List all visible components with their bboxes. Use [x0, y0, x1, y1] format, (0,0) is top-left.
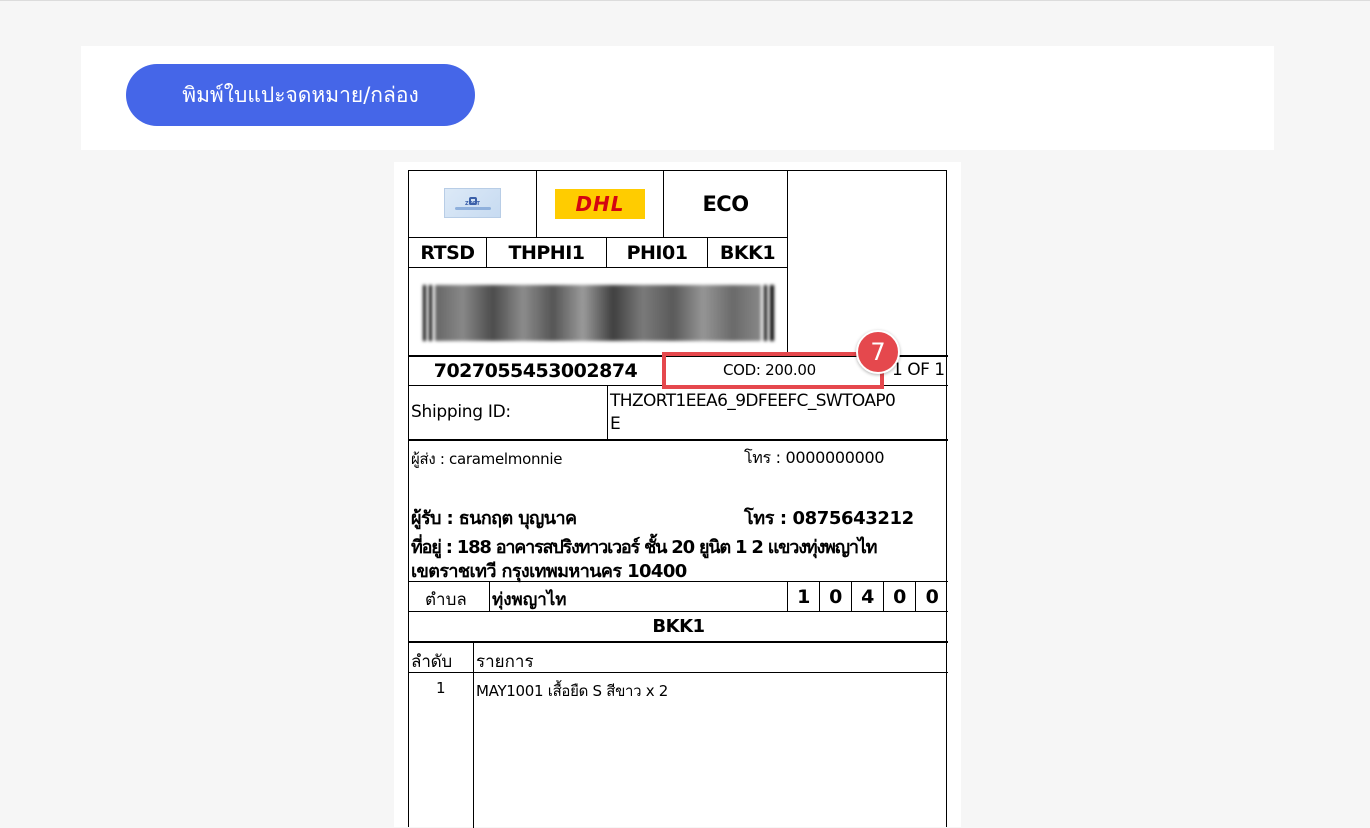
receiver-phone: โทร : 0875643212	[744, 508, 914, 529]
postal-digit: 4	[861, 585, 874, 608]
postal-digit: 0	[829, 585, 842, 608]
step-badge: 7	[856, 330, 900, 374]
postal-digit: 1	[797, 585, 810, 608]
dhl-logo-icon: DHL	[555, 189, 645, 219]
cod-highlight-box	[662, 352, 884, 389]
items-header-item: รายการ	[476, 652, 534, 672]
shipping-label: ZORT DHL ECO RTSD THPHI1 PHI01 BKK1 7027…	[408, 170, 948, 828]
items-header-no: ลำดับ	[411, 652, 452, 672]
item-description: MAY1001 เสื้อยืด S สีขาว x 2	[476, 682, 669, 700]
item-no: 1	[436, 679, 446, 697]
postal-digit: 0	[893, 585, 906, 608]
routing-code: RTSD	[420, 241, 475, 264]
routing-code: PHI01	[626, 241, 688, 264]
piece-count: 1 OF 1	[892, 360, 945, 380]
toolbar: พิมพ์ใบแปะจดหมาย/กล่อง	[81, 46, 1274, 150]
postal-digit: 0	[925, 585, 939, 608]
routing-code: BKK1	[719, 241, 776, 264]
shipping-id-value-wrap: E	[610, 414, 621, 434]
shipping-id-value: THZORT1EEA6_9DFEEFC_SWTOAP0	[610, 391, 896, 411]
tracking-number: 7027055453002874	[433, 360, 638, 382]
receiver-name: ผู้รับ : ธนกฤต บุญนาค	[411, 508, 577, 529]
label-preview: ZORT DHL ECO RTSD THPHI1 PHI01 BKK1 7027…	[394, 162, 961, 828]
service-type: ECO	[702, 192, 749, 216]
print-label-button[interactable]: พิมพ์ใบแปะจดหมาย/กล่อง	[126, 64, 475, 126]
barcode	[423, 285, 774, 341]
shipping-id-label: Shipping ID:	[411, 402, 511, 422]
zort-logo-icon: ZORT	[444, 188, 501, 218]
routing-code: THPHI1	[508, 241, 585, 264]
top-divider	[0, 0, 1370, 1]
sender-name: ผู้ส่ง : caramelmonnie	[411, 450, 563, 468]
sender-phone: โทร : 0000000000	[744, 448, 885, 467]
sort-code: BKK1	[652, 616, 705, 637]
subdistrict-value: ทุ่งพญาไท	[492, 590, 567, 610]
subdistrict-label: ตำบล	[425, 590, 467, 610]
